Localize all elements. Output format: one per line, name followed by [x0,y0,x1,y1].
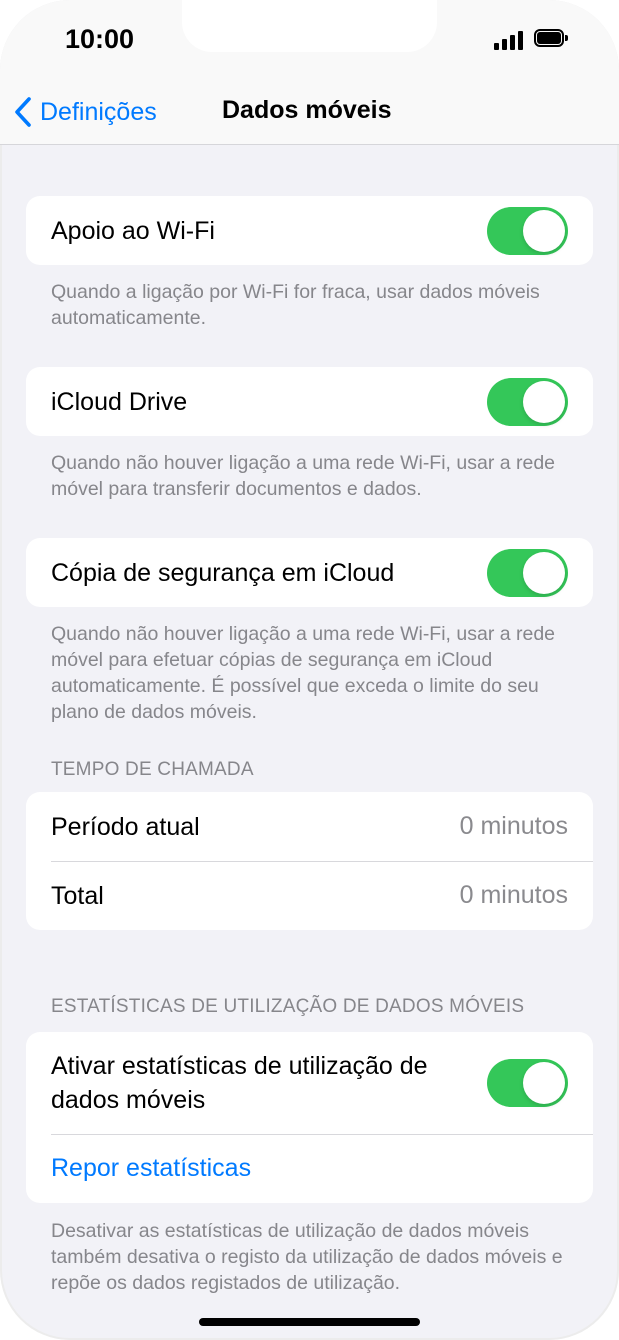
cellular-signal-icon [494,30,524,50]
call-time-card: Período atual 0 minutos Total 0 minutos [26,792,593,930]
toggle-knob [523,551,565,594]
page-title: Dados móveis [222,96,392,124]
chevron-left-icon [15,97,31,127]
enable-stats-label: Ativar estatísticas de utilização de dad… [51,1052,428,1114]
navigation-bar: Definições Dados móveis [0,82,619,145]
wifi-assist-footer: Quando a ligação por Wi-Fi for fraca, us… [51,281,540,329]
usage-stats-card: Ativar estatísticas de utilização de dad… [26,1032,593,1203]
reset-stats-row[interactable]: Repor estatísticas [26,1134,593,1203]
current-period-row: Período atual 0 minutos [26,792,593,861]
icloud-drive-footer: Quando não houver ligação a uma rede Wi-… [51,452,556,500]
icloud-backup-label: Cópia de segurança em iCloud [51,558,395,587]
icloud-backup-card: Cópia de segurança em iCloud [26,538,593,607]
wifi-assist-card: Apoio ao Wi-Fi [26,196,593,265]
icloud-backup-toggle[interactable] [487,548,568,597]
call-time-header: TEMPO DE CHAMADA [51,759,254,780]
total-row: Total 0 minutos [26,861,593,930]
icloud-drive-label: iCloud Drive [51,387,188,416]
wifi-assist-label: Apoio ao Wi-Fi [51,216,215,245]
enable-stats-row: Ativar estatísticas de utilização de dad… [26,1032,593,1134]
current-period-value: 0 minutos [459,812,568,840]
total-label: Total [51,881,104,910]
toggle-knob [523,209,565,252]
reset-stats-link[interactable]: Repor estatísticas [51,1154,251,1183]
icloud-drive-toggle[interactable] [487,377,568,426]
battery-icon [534,29,570,51]
back-button[interactable]: Definições [14,92,157,132]
icloud-drive-card: iCloud Drive [26,367,593,436]
current-period-label: Período atual [51,812,200,841]
usage-stats-footer: Desativar as estatísticas de utilização … [51,1220,563,1294]
icloud-backup-footer: Quando não houver ligação a uma rede Wi-… [51,623,556,723]
wifi-assist-toggle[interactable] [487,206,568,255]
usage-stats-header: ESTATÍSTICAS DE UTILIZAÇÃO DE DADOS MÓVE… [51,996,525,1017]
home-indicator[interactable] [199,1318,420,1326]
toggle-knob [523,1062,565,1104]
status-bar: 10:00 [0,0,619,82]
toggle-knob [523,380,565,423]
notch [182,0,437,52]
back-button-label: Definições [40,97,157,126]
total-value: 0 minutos [459,881,568,909]
phone-screen: 10:00 Definições Dados móveis Apoio ao W… [0,0,619,1340]
enable-stats-toggle[interactable] [487,1059,568,1107]
status-time: 10:00 [65,24,135,54]
